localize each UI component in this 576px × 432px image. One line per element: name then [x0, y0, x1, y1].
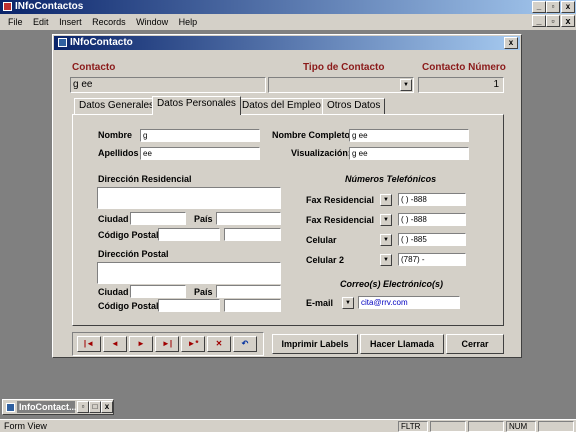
email-input[interactable]: cita@rrv.com	[358, 296, 460, 309]
codigo-postal-ext-input[interactable]	[224, 228, 281, 241]
tab-datos-generales[interactable]: Datos Generales	[74, 98, 160, 114]
codigo-postal2-input[interactable]	[158, 299, 220, 312]
direccion-postal-input[interactable]	[97, 262, 281, 284]
tab-datos-empleo[interactable]: Datos del Empleo	[237, 98, 326, 114]
menu-file[interactable]: File	[8, 17, 23, 27]
phone1-type-dropdown[interactable]: ▼	[380, 194, 392, 206]
next-record-icon[interactable]: ►	[129, 336, 153, 352]
codigo-postal2-ext-input[interactable]	[224, 299, 281, 312]
form-titlebar: INfoContacto x	[54, 36, 520, 50]
phone1-input[interactable]: ( ) -888	[398, 193, 466, 206]
codigo-postal2-label: Código Postal	[98, 301, 159, 311]
menu-bar: File Edit Insert Records Window Help _ ▫…	[0, 14, 576, 30]
form-title: INfoContacto	[70, 37, 133, 48]
tab-datos-personales[interactable]: Datos Personales	[152, 96, 241, 115]
app-close-button[interactable]: x	[561, 1, 575, 13]
menu-edit[interactable]: Edit	[33, 17, 49, 27]
contacto-numero-field: 1	[418, 77, 504, 93]
status-cell-1	[430, 421, 466, 432]
minimized-window-title: InfoContact...	[17, 401, 77, 413]
phone3-input[interactable]: ( ) -885	[398, 233, 466, 246]
phone3-label: Celular	[306, 235, 337, 245]
nombre-label: Nombre	[98, 130, 133, 140]
email-label: E-mail	[306, 298, 334, 308]
nombre-input[interactable]: g	[140, 129, 260, 142]
correos-heading: Correo(s) Electrónico(s)	[340, 279, 444, 289]
phone4-label: Celular 2	[306, 255, 345, 265]
minimized-close-button[interactable]: x	[101, 401, 113, 413]
status-cell-3	[538, 421, 574, 432]
nombre-completo-input[interactable]: g ee	[349, 129, 469, 142]
status-num: NUM	[506, 421, 536, 432]
phone2-label: Fax Residencial	[306, 215, 375, 225]
phone4-type-dropdown[interactable]: ▼	[380, 254, 392, 266]
app-titlebar: INfoContactos _ ▫ x	[0, 0, 576, 14]
mdi-restore-button[interactable]: ▫	[546, 15, 560, 27]
pais2-label: País	[194, 287, 213, 297]
menu-records[interactable]: Records	[92, 17, 126, 27]
tipo-contacto-select[interactable]: ▼	[268, 77, 414, 93]
ciudad2-label: Ciudad	[98, 287, 129, 297]
nombre-completo-label: Nombre Completo:	[272, 130, 353, 140]
form-icon	[58, 38, 67, 47]
direccion-postal-label: Dirección Postal	[98, 249, 169, 259]
undo-icon[interactable]: ↶	[233, 336, 257, 352]
phone3-type-dropdown[interactable]: ▼	[380, 234, 392, 246]
delete-record-icon[interactable]: ✕	[207, 336, 231, 352]
app-minimize-button[interactable]: _	[532, 1, 546, 13]
direccion-residencial-label: Dirección Residencial	[98, 174, 192, 184]
contacto-field[interactable]: g ee	[70, 77, 266, 93]
status-bar: Form View FLTR NUM	[0, 419, 576, 432]
tipo-contacto-dropdown-icon[interactable]: ▼	[400, 79, 412, 91]
phone1-label: Fax Residencial	[306, 195, 375, 205]
phone4-input[interactable]: (787) -	[398, 253, 466, 266]
ciudad-input[interactable]	[130, 212, 186, 225]
visualizacion-label: Visualización:	[291, 148, 351, 158]
tipo-contacto-label: Tipo de Contacto	[303, 62, 385, 73]
codigo-postal-input[interactable]	[158, 228, 220, 241]
mdi-close-button[interactable]: x	[561, 15, 575, 27]
menu-insert[interactable]: Insert	[59, 17, 82, 27]
phone2-type-dropdown[interactable]: ▼	[380, 214, 392, 226]
minimized-window[interactable]: InfoContact... ▫ □ x	[2, 399, 114, 415]
apellidos-label: Apellidos	[98, 148, 139, 158]
menu-window[interactable]: Window	[136, 17, 168, 27]
pais-input[interactable]	[216, 212, 281, 225]
status-fltr: FLTR	[398, 421, 428, 432]
mdi-minimize-button[interactable]: _	[532, 15, 546, 27]
status-text: Form View	[4, 421, 47, 431]
direccion-residencial-input[interactable]	[97, 187, 281, 209]
status-cell-2	[468, 421, 504, 432]
first-record-icon[interactable]: |◄	[77, 336, 101, 352]
last-record-icon[interactable]: ►|	[155, 336, 179, 352]
minimized-window-icon	[6, 403, 15, 412]
pais2-input[interactable]	[216, 285, 281, 298]
menu-help[interactable]: Help	[179, 17, 198, 27]
app-restore-button[interactable]: ▫	[546, 1, 560, 13]
app-icon	[3, 2, 12, 11]
tab-otros-datos[interactable]: Otros Datos	[322, 98, 386, 114]
minimized-maximize-button[interactable]: □	[89, 401, 101, 413]
ciudad2-input[interactable]	[130, 285, 186, 298]
form-close-button[interactable]: x	[504, 37, 518, 49]
imprimir-labels-button[interactable]: Imprimir Labels	[272, 334, 358, 354]
numeros-telefonicos-heading: Números Telefónicos	[345, 174, 437, 184]
pais-label: País	[194, 214, 213, 224]
codigo-postal-label: Código Postal	[98, 230, 159, 240]
visualizacion-input[interactable]: g ee	[349, 147, 469, 160]
new-record-icon[interactable]: ►*	[181, 336, 205, 352]
minimized-restore-button[interactable]: ▫	[77, 401, 89, 413]
previous-record-icon[interactable]: ◄	[103, 336, 127, 352]
email-type-dropdown[interactable]: ▼	[342, 297, 354, 309]
contacto-numero-label: Contacto Número	[422, 62, 506, 73]
phone2-input[interactable]: ( ) -888	[398, 213, 466, 226]
app-title: INfoContactos	[15, 1, 84, 12]
hacer-llamada-button[interactable]: Hacer Llamada	[360, 334, 444, 354]
ciudad-label: Ciudad	[98, 214, 129, 224]
apellidos-input[interactable]: ee	[140, 147, 260, 160]
cerrar-button[interactable]: Cerrar	[446, 334, 504, 354]
contacto-label: Contacto	[72, 62, 116, 73]
